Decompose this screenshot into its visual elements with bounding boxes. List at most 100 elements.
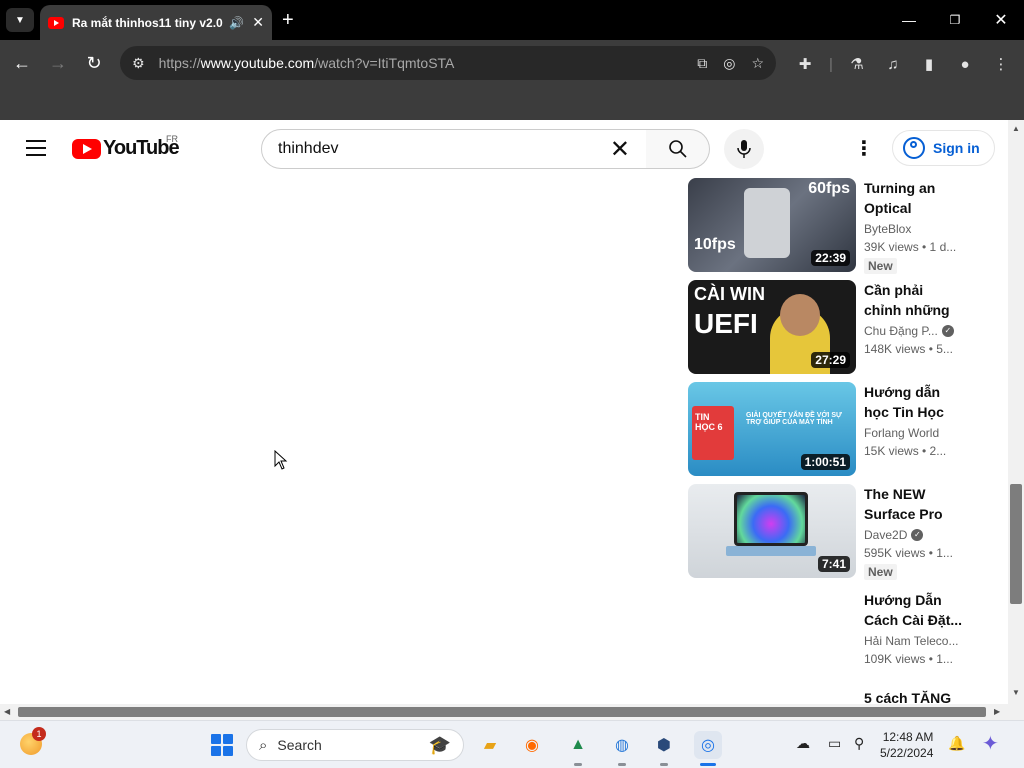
view-count: 39K views • 1 d...: [864, 240, 957, 254]
video-title[interactable]: Hướng dẫn học Tin Học lớp 6 ...: [864, 382, 964, 422]
url-prefix: https://: [158, 55, 201, 71]
video-duration: 27:29: [811, 352, 850, 368]
scrollbar-thumb[interactable]: [1010, 484, 1022, 604]
scroll-left-icon[interactable]: ◀: [4, 707, 10, 716]
app-icon[interactable]: ▲: [564, 731, 592, 759]
settings-more-button[interactable]: ⋮: [854, 136, 874, 161]
profile-icon[interactable]: ●: [954, 53, 976, 75]
video-meta: The NEW Surface Pro +... Dave2D✓ 595K vi…: [864, 484, 964, 581]
channel-label: ByteBlox: [864, 222, 912, 236]
sign-in-label: Sign in: [933, 140, 980, 156]
scroll-right-icon[interactable]: ▶: [994, 707, 1000, 716]
channel-name[interactable]: ByteBlox: [864, 222, 964, 236]
eye-off-icon[interactable]: ◎: [723, 55, 735, 72]
new-tab-button[interactable]: +: [282, 8, 294, 32]
channel-name[interactable]: Dave2D ✓: [864, 528, 964, 542]
more-menu-icon[interactable]: ⋮: [990, 53, 1012, 75]
channel-name[interactable]: Hải Nam Teleco...: [864, 634, 964, 648]
url-text: https://www.youtube.com/watch?v=ItiTqmto…: [159, 55, 682, 71]
youtube-logo[interactable]: YouTube FR: [72, 134, 180, 160]
close-icon: ✕: [994, 12, 1008, 29]
channel-label: Chu Đặng P...: [864, 324, 938, 338]
forward-button[interactable]: →: [46, 51, 70, 75]
reload-button[interactable]: ↻: [82, 51, 106, 75]
browser-tab-active[interactable]: Ra mắt thinhos11 tiny v2.0 🔊 ✕: [40, 5, 272, 40]
video-title[interactable]: Hướng Dẫn Cách Cài Đặt...: [864, 590, 964, 630]
voice-search-button[interactable]: [724, 129, 764, 169]
system-clock[interactable]: 12:48 AM 5/22/2024: [880, 729, 933, 761]
taskbar-search[interactable]: ⌕ Search 🎓: [246, 729, 464, 761]
back-button[interactable]: ←: [10, 51, 34, 75]
tab-close-button[interactable]: ✕: [252, 14, 264, 31]
address-bar[interactable]: ⚙ https://www.youtube.com/watch?v=ItiTqm…: [120, 46, 776, 80]
video-meta: Hướng Dẫn Cách Cài Đặt... Hải Nam Teleco…: [864, 590, 964, 666]
recommendation-item[interactable]: 60fps 10fps 22:39 Turning an Optical Ill…: [688, 178, 988, 274]
extensions-icon[interactable]: ✚: [794, 53, 816, 75]
maximize-button[interactable]: ❐: [932, 6, 978, 34]
recommendation-item[interactable]: 7:41 The NEW Surface Pro +... Dave2D✓ 59…: [688, 484, 988, 580]
search-button[interactable]: [646, 129, 710, 169]
browser-tab-bar: ▼ Ra mắt thinhos11 tiny v2.0 🔊 ✕ + — ❐ ✕: [0, 0, 1024, 40]
youtube-play-icon: [72, 138, 101, 159]
search-query: thinhdev: [278, 140, 339, 157]
vertical-scrollbar[interactable]: ▲ ▼: [1008, 120, 1024, 720]
scroll-down-icon[interactable]: ▼: [1012, 688, 1020, 697]
chrome-icon[interactable]: ◎: [694, 731, 722, 759]
channel-name[interactable]: Forlang World: [864, 426, 964, 440]
virtualbox-icon[interactable]: ⬢: [650, 731, 678, 759]
video-thumbnail[interactable]: TIN HỌC 6 GIẢI QUYẾT VẤN ĐỀ VỚI SỰ TRỢ G…: [688, 382, 856, 476]
youtube-favicon-icon: [48, 16, 64, 29]
video-thumbnail[interactable]: CÀI WIN UEFI 27:29: [688, 280, 856, 374]
side-panel-icon[interactable]: ▮: [918, 53, 940, 75]
site-info-icon[interactable]: ⚙: [132, 55, 145, 72]
thumbnail-text: TIN HỌC 6: [692, 406, 734, 460]
channel-name[interactable]: Chu Đặng P... ✓: [864, 324, 964, 338]
sign-in-button[interactable]: Sign in: [892, 130, 995, 166]
firefox-icon[interactable]: ◉: [518, 731, 546, 759]
arrow-right-icon: →: [49, 52, 67, 73]
file-explorer-icon[interactable]: ▰: [476, 731, 504, 759]
cloud-offline-icon[interactable]: ☁: [796, 735, 810, 752]
recommendation-item[interactable]: CÀI WIN UEFI 27:29 Cần phải chỉnh những …: [688, 280, 988, 376]
reload-icon: ↻: [86, 52, 102, 73]
toolbar-strip: [0, 86, 1024, 120]
display-icon[interactable]: ▭: [828, 735, 841, 752]
clock-date: 5/22/2024: [880, 746, 934, 760]
network-volume-icon[interactable]: ⚲: [854, 735, 864, 752]
app-globe-icon[interactable]: ◍: [608, 731, 636, 759]
install-app-icon[interactable]: ⧉: [697, 55, 707, 72]
recommendation-item[interactable]: Hướng Dẫn Cách Cài Đặt... Hải Nam Teleco…: [688, 590, 988, 686]
clear-search-icon[interactable]: ✕: [610, 135, 630, 164]
thumbnail-text: 60fps: [808, 180, 850, 197]
video-thumbnail[interactable]: 60fps 10fps 22:39: [688, 178, 856, 272]
start-button[interactable]: [208, 731, 236, 759]
search-label: Search: [277, 737, 322, 753]
scrollbar-thumb[interactable]: [18, 707, 986, 717]
search-input[interactable]: thinhdev ✕: [261, 129, 647, 169]
guide-menu-icon[interactable]: [26, 140, 46, 156]
notifications-bell-icon[interactable]: 🔔: [948, 735, 965, 752]
restore-icon: ❐: [949, 13, 961, 27]
labs-flask-icon[interactable]: ⚗: [846, 53, 868, 75]
thumbnail-text: GIẢI QUYẾT VẤN ĐỀ VỚI SỰ TRỢ GIÚP CỦA MÁ…: [746, 412, 842, 426]
horizontal-scrollbar[interactable]: ◀ ▶: [0, 704, 1008, 720]
video-thumbnail[interactable]: 7:41: [688, 484, 856, 578]
video-title[interactable]: The NEW Surface Pro +...: [864, 484, 964, 524]
media-control-icon[interactable]: ♫: [882, 53, 904, 75]
graduation-cap-icon: 🎓: [428, 734, 451, 755]
scroll-up-icon[interactable]: ▲: [1012, 124, 1020, 133]
window-close-button[interactable]: ✕: [978, 6, 1024, 34]
video-duration: 1:00:51: [800, 454, 850, 470]
bookmark-star-icon[interactable]: ☆: [751, 55, 764, 72]
recommendation-item[interactable]: TIN HỌC 6 GIẢI QUYẾT VẤN ĐỀ VỚI SỰ TRỢ G…: [688, 382, 988, 478]
tab-search-button[interactable]: ▼: [6, 8, 34, 32]
copilot-icon[interactable]: ✦: [982, 731, 999, 756]
video-meta: Cần phải chỉnh những gì để c... Chu Đặng…: [864, 280, 964, 356]
view-count: 595K views • 1...: [864, 546, 953, 560]
minimize-button[interactable]: —: [886, 6, 932, 34]
thumbnail-laptop-base: [726, 546, 816, 556]
video-title[interactable]: Cần phải chỉnh những gì để c...: [864, 280, 964, 320]
toolbar-divider: |: [829, 55, 833, 73]
video-title[interactable]: Turning an Optical Illusio...: [864, 178, 964, 218]
speaker-icon[interactable]: 🔊: [229, 16, 244, 30]
